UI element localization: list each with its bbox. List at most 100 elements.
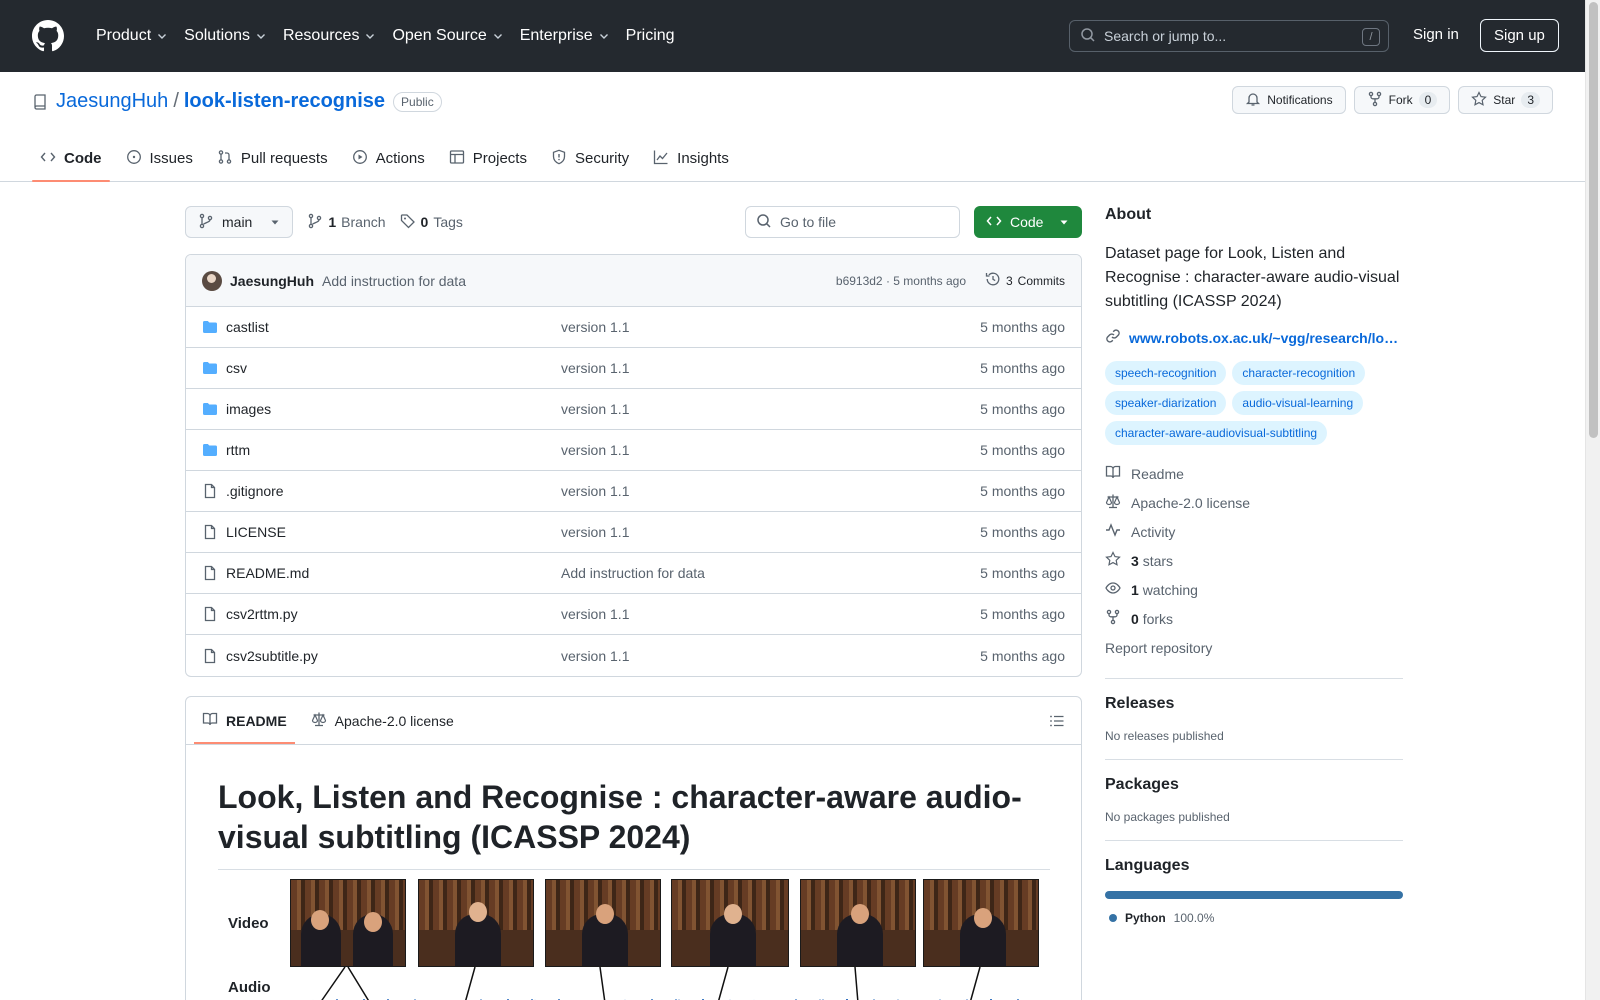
forks-label: forks bbox=[1142, 610, 1174, 627]
commit-message-link[interactable]: Add instruction for data bbox=[322, 273, 466, 289]
topic-tag[interactable]: speaker-diarization bbox=[1105, 391, 1227, 415]
nav-product[interactable]: Product bbox=[88, 20, 176, 52]
forks-count: 0 bbox=[1131, 610, 1139, 627]
pull-request-icon bbox=[217, 149, 233, 169]
table-row[interactable]: castlist version 1.1 5 months ago bbox=[186, 307, 1081, 348]
fork-label: Fork bbox=[1388, 93, 1413, 107]
commits-history-link[interactable]: 3 Commits bbox=[985, 271, 1065, 290]
tab-license[interactable]: Apache-2.0 license bbox=[303, 697, 462, 744]
nav-resources[interactable]: Resources bbox=[275, 20, 384, 52]
file-name-link[interactable]: rttm bbox=[226, 442, 250, 458]
repo-name-link[interactable]: look-listen-recognise bbox=[184, 90, 385, 113]
readme-panel: README Apache-2.0 license Look, Listen a… bbox=[185, 696, 1082, 1000]
packages-heading[interactable]: Packages bbox=[1105, 776, 1403, 794]
repo-sidebar: About Dataset page for Look, Listen and … bbox=[1105, 206, 1403, 925]
releases-heading[interactable]: Releases bbox=[1105, 695, 1403, 713]
nav-pricing[interactable]: Pricing bbox=[618, 20, 683, 52]
tab-issues[interactable]: Issues bbox=[118, 135, 201, 182]
fork-button[interactable]: Fork 0 bbox=[1353, 86, 1451, 114]
forks-link[interactable]: 0 forks bbox=[1105, 604, 1403, 633]
table-row[interactable]: images version 1.1 5 months ago bbox=[186, 389, 1081, 430]
report-repository-link[interactable]: Report repository bbox=[1105, 633, 1403, 662]
list-unordered-icon[interactable] bbox=[1049, 713, 1065, 732]
tab-code[interactable]: Code bbox=[32, 135, 110, 182]
table-row[interactable]: csv2subtitle.py version 1.1 5 months ago bbox=[186, 635, 1081, 676]
homepage-url: www.robots.ox.ac.uk/~vgg/research/lo… bbox=[1129, 329, 1399, 346]
readme-link[interactable]: Readme bbox=[1105, 459, 1403, 488]
file-name-link[interactable]: csv bbox=[226, 360, 247, 376]
nav-enterprise[interactable]: Enterprise bbox=[512, 20, 618, 52]
file-name-link[interactable]: csv2rttm.py bbox=[226, 606, 298, 622]
tab-security[interactable]: Security bbox=[543, 135, 637, 182]
table-row[interactable]: LICENSE version 1.1 5 months ago bbox=[186, 512, 1081, 553]
code-download-button[interactable]: Code bbox=[974, 206, 1082, 238]
table-row[interactable]: README.md Add instruction for data 5 month… bbox=[186, 553, 1081, 594]
go-to-file-placeholder: Go to file bbox=[780, 214, 837, 230]
tab-actions[interactable]: Actions bbox=[344, 135, 433, 182]
tab-readme[interactable]: README bbox=[194, 697, 295, 744]
pulse-icon bbox=[1105, 522, 1121, 541]
repo-title-separator: / bbox=[173, 90, 179, 112]
homepage-link[interactable]: www.robots.ox.ac.uk/~vgg/research/lo… bbox=[1105, 328, 1403, 347]
nav-solutions[interactable]: Solutions bbox=[176, 20, 275, 52]
table-row[interactable]: csv version 1.1 5 months ago bbox=[186, 348, 1081, 389]
file-icon bbox=[202, 648, 218, 664]
file-commit-message-link[interactable]: Add instruction for data bbox=[561, 565, 705, 581]
tab-pull-requests[interactable]: Pull requests bbox=[209, 135, 336, 182]
file-commit-message-link[interactable]: version 1.1 bbox=[561, 319, 629, 335]
topic-tag[interactable]: audio-visual-learning bbox=[1232, 391, 1364, 415]
activity-link[interactable]: Activity bbox=[1105, 517, 1403, 546]
tab-insights[interactable]: Insights bbox=[645, 135, 737, 182]
branch-selector[interactable]: main bbox=[185, 206, 294, 238]
repo-owner-link[interactable]: JaesungHuh bbox=[56, 90, 168, 113]
readme-heading: Look, Listen and Recognise : character-a… bbox=[218, 777, 1050, 870]
stars-count: 3 bbox=[1131, 552, 1139, 569]
audio-waveform bbox=[312, 967, 1019, 1000]
file-commit-message-link[interactable]: version 1.1 bbox=[561, 442, 629, 458]
file-name-link[interactable]: images bbox=[226, 401, 271, 417]
nav-open-source[interactable]: Open Source bbox=[384, 20, 511, 52]
sign-in-link[interactable]: Sign in bbox=[1413, 26, 1459, 43]
avatar[interactable] bbox=[202, 270, 222, 291]
file-name-link[interactable]: csv2subtitle.py bbox=[226, 648, 318, 664]
global-search-input[interactable]: Search or jump to... / bbox=[1069, 20, 1389, 52]
stars-link[interactable]: 3 stars bbox=[1105, 546, 1403, 575]
commit-author-link[interactable]: JaesungHuh bbox=[230, 273, 314, 289]
watching-link[interactable]: 1 watching bbox=[1105, 575, 1403, 604]
search-placeholder: Search or jump to... bbox=[1104, 28, 1227, 44]
file-name-link[interactable]: LICENSE bbox=[226, 524, 286, 540]
tab-projects[interactable]: Projects bbox=[441, 135, 535, 182]
shield-icon bbox=[551, 149, 567, 169]
file-commit-message-link[interactable]: version 1.1 bbox=[561, 648, 629, 664]
file-commit-message-link[interactable]: version 1.1 bbox=[561, 524, 629, 540]
language-item[interactable]: Python 100.0% bbox=[1105, 911, 1403, 925]
github-logo-icon[interactable] bbox=[32, 20, 64, 52]
star-button[interactable]: Star 3 bbox=[1458, 86, 1553, 114]
chevron-down-icon bbox=[255, 30, 267, 42]
file-commit-message-link[interactable]: version 1.1 bbox=[561, 401, 629, 417]
sign-up-button[interactable]: Sign up bbox=[1480, 19, 1559, 52]
branches-link[interactable]: 1 Branch bbox=[307, 213, 386, 232]
page-scrollbar[interactable] bbox=[1585, 0, 1600, 1000]
file-commit-message-link[interactable]: version 1.1 bbox=[561, 483, 629, 499]
topic-tag[interactable]: character-aware-audiovisual-subtitling bbox=[1105, 421, 1328, 445]
search-shortcut-key: / bbox=[1362, 28, 1380, 46]
file-commit-message-link[interactable]: version 1.1 bbox=[561, 360, 629, 376]
table-row[interactable]: csv2rttm.py version 1.1 5 months ago bbox=[186, 594, 1081, 635]
top-nav: Product Solutions Resources Open Source … bbox=[88, 20, 683, 52]
file-commit-message-link[interactable]: version 1.1 bbox=[561, 606, 629, 622]
file-name-link[interactable]: castlist bbox=[226, 319, 269, 335]
topic-tag[interactable]: speech-recognition bbox=[1105, 361, 1227, 385]
file-name-link[interactable]: .gitignore bbox=[226, 483, 284, 499]
license-link[interactable]: Apache-2.0 license bbox=[1105, 488, 1403, 517]
go-to-file-input[interactable]: Go to file bbox=[745, 206, 960, 238]
table-row[interactable]: rttm version 1.1 5 months ago bbox=[186, 430, 1081, 471]
commit-sha[interactable]: b6913d2 bbox=[836, 274, 883, 288]
tag-label: Tags bbox=[433, 214, 463, 230]
scrollbar-thumb[interactable] bbox=[1589, 2, 1598, 438]
table-row[interactable]: .gitignore version 1.1 5 months ago bbox=[186, 471, 1081, 512]
topic-tag[interactable]: character-recognition bbox=[1232, 361, 1366, 385]
notifications-button[interactable]: Notifications bbox=[1232, 86, 1346, 114]
file-name-link[interactable]: README.md bbox=[226, 565, 309, 581]
tags-link[interactable]: 0 Tags bbox=[400, 213, 463, 232]
